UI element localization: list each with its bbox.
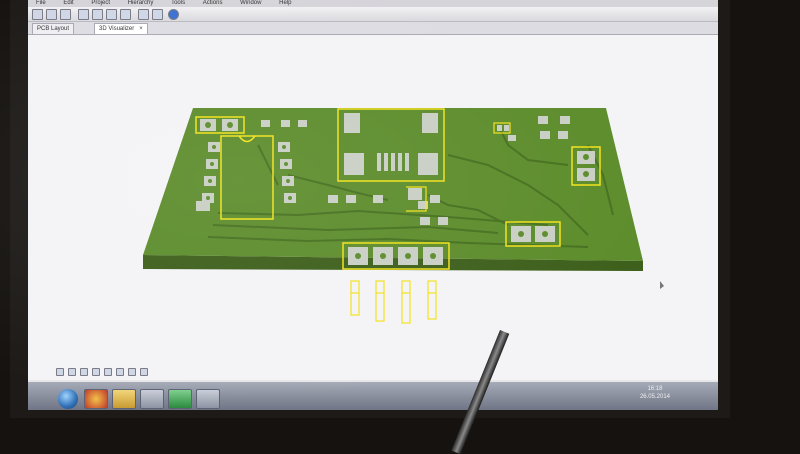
- menu-project[interactable]: Project: [91, 0, 110, 6]
- rotate-icon[interactable]: [80, 368, 88, 376]
- start-button[interactable]: [58, 389, 78, 409]
- fit-view-icon[interactable]: [104, 368, 112, 376]
- monitor-screen: File Edit Project Hierarchy Tools Action…: [28, 0, 718, 410]
- browser-task-icon[interactable]: [84, 389, 108, 409]
- open-folder-icon[interactable]: [46, 9, 57, 20]
- tab-3d-visualizer-label: 3D Visualizer: [99, 26, 135, 32]
- bottom-view-icon[interactable]: [128, 368, 136, 376]
- print-icon[interactable]: [78, 9, 89, 20]
- menu-edit[interactable]: Edit: [63, 0, 73, 6]
- paste-icon[interactable]: [120, 9, 131, 20]
- toolbar: [28, 7, 718, 22]
- copy-icon[interactable]: [106, 9, 117, 20]
- top-view-icon[interactable]: [116, 368, 124, 376]
- 3d-viewport[interactable]: [28, 35, 718, 380]
- pcb-app-task-icon[interactable]: [168, 389, 192, 409]
- tab-pcb-layout[interactable]: PCB Layout: [32, 23, 75, 34]
- system-clock[interactable]: 16:18 26.05.2014: [640, 385, 670, 401]
- view-toolbar: [56, 368, 166, 378]
- clock-date: 26.05.2014: [639, 394, 670, 400]
- clock-time: 16:18: [647, 386, 663, 392]
- cut-icon[interactable]: [92, 9, 103, 20]
- settings-icon[interactable]: [140, 368, 148, 376]
- document-tabs: PCB Layout 3D Visualizer ×: [28, 22, 718, 35]
- header-pin-silkscreen: [350, 280, 437, 324]
- menu-window[interactable]: Window: [240, 0, 261, 6]
- app-task-icon[interactable]: [140, 389, 164, 409]
- window-task-icon[interactable]: [196, 389, 220, 409]
- menu-tools[interactable]: Tools: [171, 0, 185, 6]
- help-icon[interactable]: [168, 9, 179, 20]
- menu-bar: File Edit Project Hierarchy Tools Action…: [28, 0, 718, 7]
- zoom-in-icon[interactable]: [56, 368, 64, 376]
- windows-taskbar: 16:18 26.05.2014: [28, 382, 718, 410]
- pcb-board-3d: [143, 108, 664, 324]
- menu-hierarchy[interactable]: Hierarchy: [128, 0, 154, 6]
- new-file-icon[interactable]: [32, 9, 43, 20]
- mouse-cursor-icon: [660, 281, 664, 289]
- pan-icon[interactable]: [92, 368, 100, 376]
- folder-task-icon[interactable]: [112, 389, 136, 409]
- redo-icon[interactable]: [152, 9, 163, 20]
- menu-file[interactable]: File: [36, 0, 46, 6]
- save-icon[interactable]: [60, 9, 71, 20]
- menu-actions[interactable]: Actions: [203, 0, 223, 6]
- undo-icon[interactable]: [138, 9, 149, 20]
- tab-pcb-layout-label: PCB Layout: [37, 26, 70, 32]
- close-tab-icon[interactable]: ×: [139, 26, 143, 32]
- menu-help[interactable]: Help: [279, 0, 291, 6]
- tab-3d-visualizer[interactable]: 3D Visualizer ×: [94, 23, 148, 34]
- zoom-out-icon[interactable]: [68, 368, 76, 376]
